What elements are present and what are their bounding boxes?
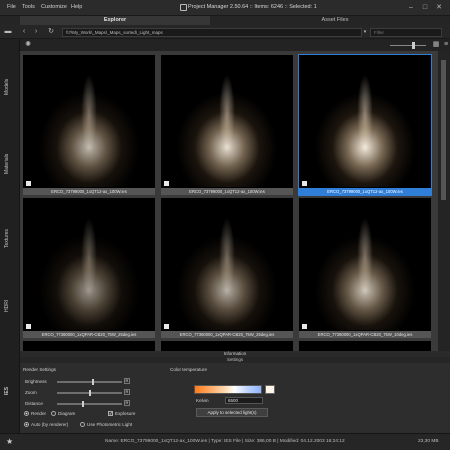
menu-tools[interactable]: Tools	[22, 4, 35, 10]
file-type-icon	[164, 324, 169, 329]
thumbnail-card[interactable]: ERCO_73799000_1xQT12-ax_100W.ies	[298, 54, 432, 196]
tab-materials[interactable]: Materials	[4, 139, 16, 189]
thumbnail-caption: ERCO_73799000_1xQT12-ax_100W.ies	[23, 188, 155, 195]
thumbnail-card[interactable]: ERCO_73799000_1xQT12-ax_100W.ies	[161, 55, 293, 195]
status-bar: ★ Name: ERCO_73799000_1xQT12-ax_100W.ies…	[0, 433, 450, 450]
view-bar: ✺ ▦ ≡	[20, 39, 450, 51]
category-sidebar: Models Materials Textures HDRI	[0, 39, 20, 349]
explosure-label: Explosure	[115, 411, 136, 416]
window-title: Project Manager 2.50.64 :: Items: 6246 :…	[188, 4, 317, 10]
grid-scroll-thumb[interactable]	[441, 60, 446, 200]
folder-icon[interactable]: ▬	[4, 28, 12, 36]
thumbnail-card[interactable]: ERCO_77360000_1xQPAR-CB20_75W_10deg.ies	[299, 198, 431, 338]
kelvin-label: Kelvin	[196, 398, 209, 403]
path-input[interactable]: \\?\My_Work\_Maps\_Maps_sorted\_Light_ma…	[62, 28, 362, 37]
diagram-mode-label: Diagram	[58, 411, 76, 416]
light-preview	[161, 55, 293, 187]
brightness-label: Brightness	[25, 379, 47, 384]
color-temperature-gradient[interactable]	[194, 385, 262, 394]
brightness-slider[interactable]	[57, 381, 122, 383]
thumbnail-caption: ERCO_73799000_1xQT12-ax_100W.ies	[299, 188, 431, 195]
apply-to-selected-button[interactable]: Apply to selected light(s)	[196, 408, 268, 417]
brightness-handle[interactable]	[91, 379, 94, 385]
light-preview	[161, 198, 293, 330]
distance-reset-button[interactable]: R	[124, 400, 130, 406]
app-icon	[180, 4, 187, 11]
auto-renderer-label: Auto (by renderer)	[31, 422, 69, 427]
render-settings-title: Render Settings	[23, 367, 56, 372]
thumbnail-caption: ERCO_77360000_1xQPAR-CB20_75W_10deg.ies	[299, 331, 431, 338]
tab-models[interactable]: Models	[4, 67, 16, 107]
star-icon[interactable]: ★	[6, 437, 13, 446]
light-preview	[23, 198, 155, 330]
auto-renderer-radio[interactable]	[24, 422, 29, 427]
close-icon[interactable]: ✕	[434, 3, 444, 12]
tab-hdri[interactable]: HDRI	[4, 291, 16, 321]
thumbnail-size-slider[interactable]	[390, 45, 426, 46]
thumbnail-caption: ERCO_77360000_1xQPAR-CB20_75W_25deg.ies	[23, 331, 155, 338]
tab-textures[interactable]: Textures	[4, 219, 16, 259]
brightness-reset-button[interactable]: R	[124, 378, 130, 384]
file-type-icon	[302, 324, 307, 329]
thumbnail-grid: ERCO_73799000_1xQT12-ax_100W.ies ERCO_737…	[20, 51, 438, 351]
memory-usage: 23,30 MB	[418, 439, 439, 444]
render-mode-label: Render	[31, 411, 47, 416]
thumbnail-card-partial[interactable]	[23, 341, 155, 351]
minimize-icon[interactable]: –	[406, 3, 416, 12]
thumbnail-caption: ERCO_77360000_1xQPAR-CB20_75W_25deg.ies	[161, 331, 293, 338]
distance-label: Distance	[25, 401, 43, 406]
tab-explorer[interactable]: Explorer	[20, 16, 210, 25]
ies-sidebar: IES	[0, 349, 20, 433]
color-temperature-title: Color temperature	[170, 367, 208, 372]
title-bar: File Tools Customize Help Project Manage…	[0, 0, 450, 16]
path-toolbar: ▬ ‹ › ↻ \\?\My_Work\_Maps\_Maps_sorted\_…	[0, 25, 450, 39]
photometric-light-radio[interactable]	[80, 422, 85, 427]
thumbnail-card-partial[interactable]	[299, 341, 431, 351]
filter-input[interactable]: Filter	[370, 28, 442, 37]
menu-help[interactable]: Help	[71, 4, 82, 10]
grid-view-icon[interactable]: ▦	[432, 41, 440, 49]
zoom-reset-button[interactable]: R	[124, 389, 130, 395]
tab-asset-files[interactable]: Asset Files	[240, 16, 430, 25]
thumbnail-card[interactable]: ERCO_77360000_1xQPAR-CB20_75W_25deg.ies	[161, 198, 293, 338]
tab-ies[interactable]: IES	[4, 383, 16, 399]
menu-file[interactable]: File	[7, 4, 16, 10]
kelvin-input[interactable]: 6500	[225, 397, 263, 404]
file-type-icon	[26, 181, 31, 186]
menu-customize[interactable]: Customize	[41, 4, 67, 10]
file-type-icon	[164, 181, 169, 186]
distance-handle[interactable]	[82, 401, 85, 407]
status-text: Name: ERCO_73799000_1xQT12-ax_100W.ies |…	[105, 439, 345, 444]
thumbnail-card[interactable]: ERCO_77360000_1xQPAR-CB20_75W_25deg.ies	[23, 198, 155, 338]
thumbnail-card-partial[interactable]	[161, 341, 293, 351]
thumbnail-size-handle[interactable]	[412, 42, 415, 49]
explosure-checkbox[interactable]: ✓	[108, 411, 113, 416]
file-type-icon	[26, 324, 31, 329]
light-preview	[299, 55, 431, 187]
maximize-icon[interactable]: □	[420, 3, 430, 12]
thumbnail-card[interactable]: ERCO_73799000_1xQT12-ax_100W.ies	[23, 55, 155, 195]
distance-slider[interactable]	[57, 403, 122, 405]
back-icon[interactable]: ‹	[20, 28, 28, 36]
light-mode-icon[interactable]: ✺	[24, 41, 32, 49]
thumbnail-caption: ERCO_73799000_1xQT12-ax_100W.ies	[161, 188, 293, 195]
path-dropdown-icon[interactable]: ▾	[361, 28, 369, 36]
diagram-mode-radio[interactable]	[51, 411, 56, 416]
settings-panel: Render Settings Brightness R Zoom R Dist…	[20, 363, 450, 433]
light-preview	[299, 198, 431, 330]
file-type-icon	[302, 181, 307, 186]
forward-icon[interactable]: ›	[32, 28, 40, 36]
zoom-handle[interactable]	[88, 390, 91, 396]
sort-icon[interactable]: ≡	[442, 41, 450, 49]
color-swatch	[265, 385, 275, 394]
refresh-icon[interactable]: ↻	[47, 28, 55, 36]
photometric-light-label: Use Photometric Light	[87, 422, 133, 427]
light-preview	[23, 55, 155, 187]
render-mode-radio[interactable]	[24, 411, 29, 416]
zoom-label: Zoom	[25, 390, 37, 395]
tab-bar: Explorer Asset Files	[0, 16, 450, 25]
